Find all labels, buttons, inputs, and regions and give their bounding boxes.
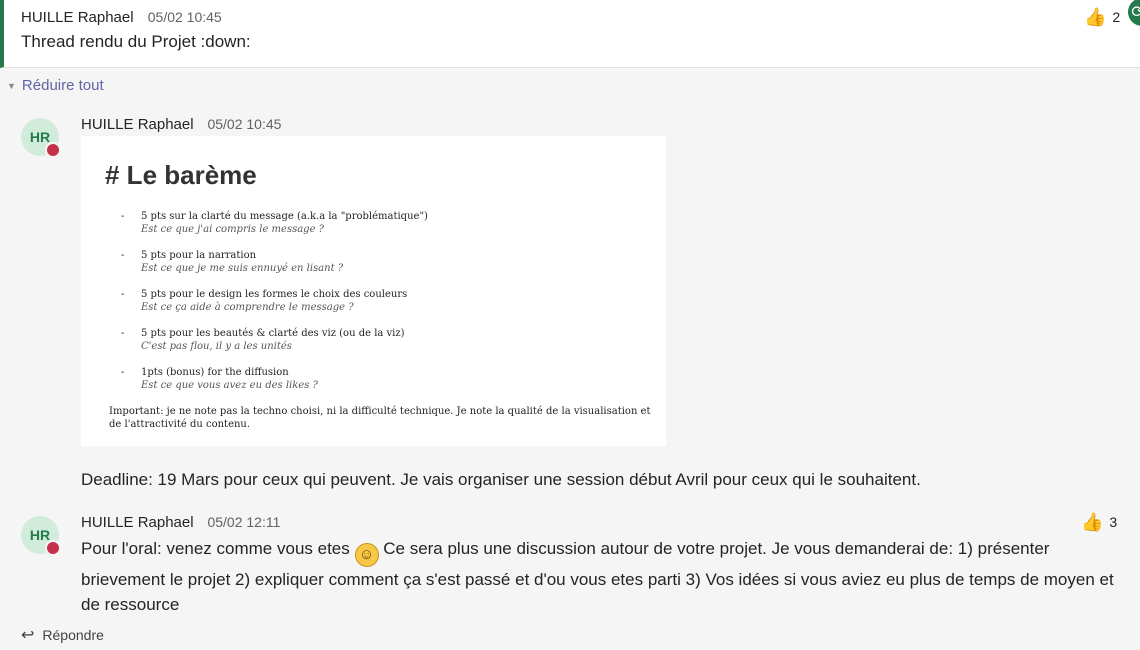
reply-author[interactable]: HUILLE Raphael — [81, 514, 194, 531]
sync-icon[interactable]: ⟳ — [1128, 0, 1140, 26]
presence-busy-icon — [45, 540, 61, 556]
reply-author[interactable]: HUILLE Raphael — [81, 116, 194, 133]
bareme-item-main: 5 pts pour la narration — [141, 250, 257, 261]
like-count: 2 — [1112, 9, 1121, 25]
collapse-label: Réduire tout — [21, 77, 104, 94]
avatar-initials: HR — [29, 527, 51, 543]
post-time: 05/02 10:45 — [147, 9, 222, 25]
like-reaction[interactable]: 👍 3 — [1081, 513, 1117, 531]
post-message: Thread rendu du Projet :down: — [21, 32, 251, 51]
avatar[interactable]: HR — [21, 516, 61, 556]
list-item: 5 pts sur la clarté du message (a.k.a la… — [119, 210, 428, 249]
list-item: 1pts (bonus) for the diffusion Est ce qu… — [119, 366, 428, 405]
grinning-emoji-icon: ☺ — [354, 543, 379, 567]
like-count: 3 — [1109, 514, 1118, 530]
deadline-message: Deadline: 19 Mars pour ceux qui peuvent.… — [81, 470, 921, 489]
avatar-initials: HR — [29, 129, 51, 145]
reply-meta: HUILLE Raphael 05/02 10:45 — [81, 116, 281, 133]
like-reaction[interactable]: 👍 2 — [1084, 8, 1120, 26]
thread-root-post[interactable]: HUILLE Raphael 05/02 10:45 Thread rendu … — [0, 0, 1140, 68]
bareme-item-sub: Est ce que je me suis ennuyé en lisant ? — [141, 263, 344, 274]
thumbs-up-icon: 👍 — [1081, 512, 1104, 532]
collapse-triangle-icon: ▼ — [7, 80, 16, 91]
bareme-list: 5 pts sur la clarté du message (a.k.a la… — [119, 210, 428, 405]
reply-time: 05/02 10:45 — [207, 116, 282, 132]
bareme-item-main: 5 pts pour le design les formes le choix… — [141, 289, 408, 300]
bareme-item-main: 5 pts pour les beautés & clarté des viz … — [141, 328, 405, 339]
post-meta: HUILLE Raphael 05/02 10:45 — [21, 9, 222, 26]
bareme-item-sub: Est ce ça aide à comprendre le message ? — [141, 302, 354, 313]
bareme-item-main: 5 pts sur la clarté du message (a.k.a la… — [141, 211, 428, 222]
bareme-item-sub: C'est pas flou, il y a les unités — [141, 341, 292, 352]
reply-arrow-icon: ↩ — [21, 627, 35, 644]
reply-meta: HUILLE Raphael 05/02 12:11 — [81, 514, 280, 531]
thumbs-up-icon: 👍 — [1084, 7, 1107, 27]
reply-time: 05/02 12:11 — [207, 514, 281, 530]
list-item: 5 pts pour le design les formes le choix… — [119, 288, 428, 327]
reply-button[interactable]: ↩ Répondre — [21, 625, 104, 645]
oral-message: Pour l'oral: venez comme vous etes ☺ Ce … — [81, 536, 1121, 617]
bareme-image[interactable]: # Le barème 5 pts sur la clarté du messa… — [81, 136, 666, 446]
bareme-item-sub: Est ce que vous avez eu des likes ? — [141, 380, 318, 391]
oral-text-before: Pour l'oral: venez comme vous etes — [81, 539, 350, 558]
presence-busy-icon — [45, 142, 61, 158]
bareme-item-sub: Est ce que j'ai compris le message ? — [141, 224, 325, 235]
avatar[interactable]: HR — [21, 118, 61, 158]
bareme-item-main: 1pts (bonus) for the diffusion — [141, 367, 289, 378]
collapse-all-button[interactable]: ▼ Réduire tout — [7, 77, 104, 94]
list-item: 5 pts pour les beautés & clarté des viz … — [119, 327, 428, 366]
bareme-note: Important: je ne note pas la techno choi… — [109, 406, 651, 430]
post-author[interactable]: HUILLE Raphael — [21, 9, 134, 26]
list-item: 5 pts pour la narration Est ce que je me… — [119, 249, 428, 288]
bareme-title: # Le barème — [105, 160, 257, 190]
reply-label: Répondre — [42, 627, 104, 643]
